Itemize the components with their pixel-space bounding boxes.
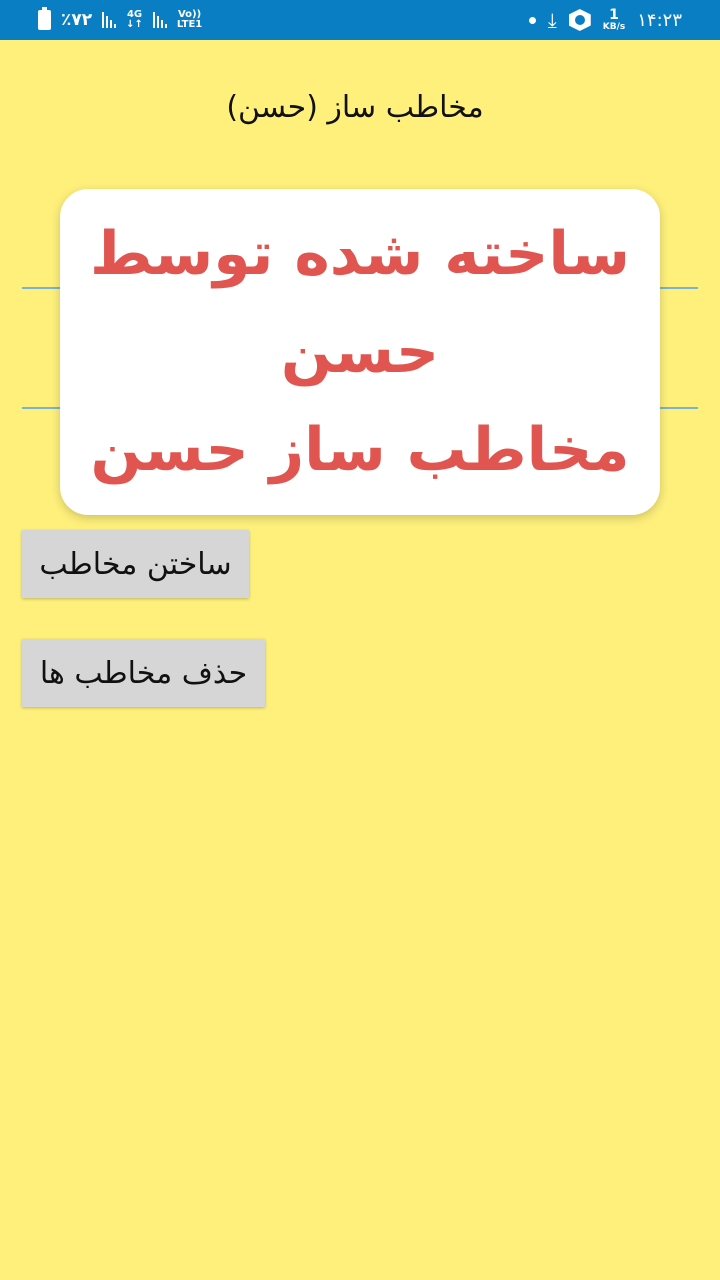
battery-percent: ٪۷۲ — [61, 10, 93, 30]
delete-contacts-button[interactable]: حذف مخاطب ها — [22, 639, 265, 707]
download-icon: ⤓ — [547, 8, 557, 32]
status-bar: ٪۷۲ 4G ↓↑ Vo)) LTE1 ⤓ 1 KB/s ۱۴:۲۳ — [0, 0, 720, 40]
speed-value: 1 — [609, 6, 619, 23]
hexagon-app-icon — [568, 9, 591, 31]
data-arrows-icon: 4G ↓↑ — [126, 9, 143, 30]
status-left-group: ٪۷۲ 4G ↓↑ Vo)) LTE1 — [38, 7, 202, 32]
clock: ۱۴:۲۳ — [637, 9, 682, 31]
page-title: مخاطب ساز (حسن) — [226, 90, 484, 125]
network-speed: 1 KB/s — [603, 8, 625, 33]
dot-icon — [528, 16, 536, 24]
create-contact-button[interactable]: ساختن مخاطب — [22, 530, 249, 598]
signal-icon-2 — [152, 12, 167, 28]
dialog-line-3: مخاطب ساز حسن — [90, 415, 630, 485]
volte-indicator: Vo)) LTE1 — [177, 10, 202, 30]
credits-dialog: ساخته شده توسط حسن مخاطب ساز حسن — [60, 189, 660, 515]
battery-icon — [38, 7, 51, 30]
status-right-group: ⤓ 1 KB/s ۱۴:۲۳ — [528, 6, 682, 34]
dialog-line-1: ساخته شده توسط — [90, 219, 630, 289]
network-type: 4G — [126, 9, 143, 20]
dialog-line-2: حسن — [280, 317, 440, 387]
signal-icon — [102, 12, 117, 28]
speed-unit: KB/s — [602, 21, 626, 32]
lte-label: LTE1 — [176, 19, 203, 30]
